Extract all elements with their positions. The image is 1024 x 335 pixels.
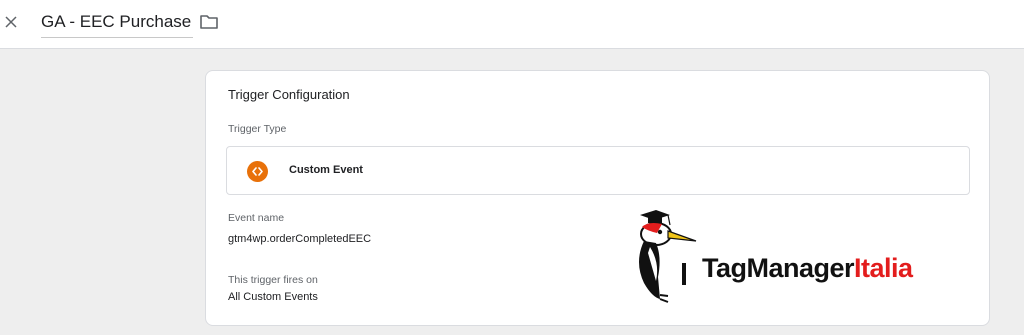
fires-on-value: All Custom Events (228, 291, 318, 303)
brand-wordmark-dark: TagManager (702, 253, 855, 283)
trigger-type-label: Trigger Type (228, 123, 287, 135)
event-name-value: gtm4wp.orderCompletedEEC (228, 233, 372, 245)
brand-wordmark: TagManagerItalia (702, 253, 913, 284)
code-icon (247, 161, 268, 182)
trigger-configuration-card[interactable]: Trigger Configuration Trigger Type Custo… (205, 70, 990, 326)
folder-button[interactable] (199, 13, 219, 31)
folder-icon (200, 15, 218, 29)
trigger-type-value: Custom Event (289, 164, 363, 176)
event-name-label: Event name (228, 212, 285, 224)
watermark-logo: TagManagerItalia (624, 207, 976, 303)
tag-name-text: GA - EEC Purchase (41, 12, 192, 31)
close-button[interactable] (1, 12, 21, 32)
tag-name-field[interactable]: GA - EEC Purchase (41, 12, 194, 38)
brand-wordmark-red: Italia (854, 253, 913, 283)
top-bar: GA - EEC Purchase (0, 0, 1024, 49)
woodpecker-icon (639, 210, 697, 303)
trigger-type-selector[interactable]: Custom Event (226, 146, 970, 195)
fires-on-label: This trigger fires on (228, 274, 318, 286)
close-icon (5, 16, 17, 28)
card-title: Trigger Configuration (228, 87, 350, 102)
